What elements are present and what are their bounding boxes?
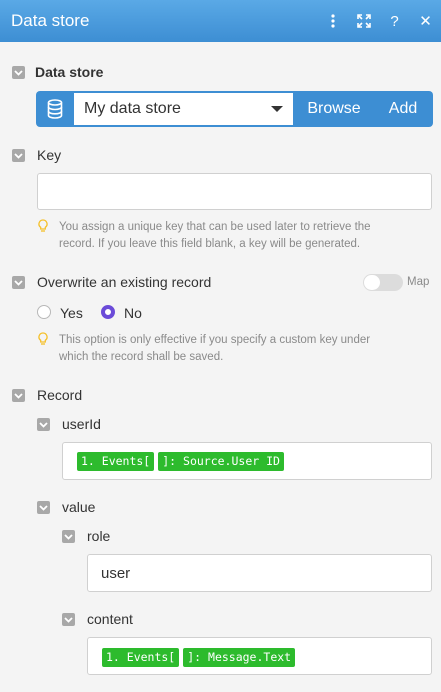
content-input[interactable]: 1. Events[ ]: Message.Text xyxy=(87,637,432,675)
collapse-value-icon[interactable] xyxy=(37,501,50,514)
panel-title: Data store xyxy=(11,11,90,30)
collapse-key-icon[interactable] xyxy=(12,149,25,162)
overwrite-hint: This option is only effective if you spe… xyxy=(59,332,370,366)
map-label: Map xyxy=(407,276,430,288)
radio-yes[interactable] xyxy=(37,305,51,319)
record-label: Record xyxy=(37,387,83,403)
add-button[interactable]: Add xyxy=(376,91,430,127)
key-hint: You assign a unique key that can be used… xyxy=(59,219,371,253)
radio-no[interactable] xyxy=(101,305,115,319)
close-icon[interactable]: ✕ xyxy=(410,0,441,42)
key-hint-line-1: You assign a unique key that can be used… xyxy=(59,221,371,233)
overwrite-hint-line-2: which the record shall be saved. xyxy=(59,351,224,363)
data-store-select[interactable]: My data store Browse Add xyxy=(36,91,433,127)
userid-token-row: 1. Events[ ]: Source.User ID xyxy=(77,452,284,471)
collapse-data-store-icon[interactable] xyxy=(12,66,25,79)
help-icon[interactable]: ? xyxy=(379,0,410,42)
value-label: value xyxy=(62,499,96,515)
token-events-index[interactable]: 1. Events[ xyxy=(77,452,155,471)
role-input[interactable]: user xyxy=(87,554,432,592)
radio-no-label[interactable]: No xyxy=(124,305,142,321)
role-label: role xyxy=(87,528,111,544)
userid-input[interactable]: 1. Events[ ]: Source.User ID xyxy=(62,442,432,480)
token-events-index[interactable]: 1. Events[ xyxy=(102,648,180,667)
data-store-selected-value: My data store xyxy=(84,100,181,117)
token-source-user-id[interactable]: ]: Source.User ID xyxy=(158,452,284,471)
collapse-record-icon[interactable] xyxy=(12,389,25,402)
key-hint-line-2: record. If you leave this field blank, a… xyxy=(59,238,361,250)
overwrite-label: Overwrite an existing record xyxy=(37,274,212,290)
chevron-down-icon xyxy=(271,106,283,112)
collapse-role-icon[interactable] xyxy=(62,530,75,543)
content-label: content xyxy=(87,611,133,627)
database-icon xyxy=(36,91,74,127)
userid-label: userId xyxy=(62,416,101,432)
role-input-value: user xyxy=(101,565,131,582)
token-message-text[interactable]: ]: Message.Text xyxy=(183,648,296,667)
key-input[interactable] xyxy=(37,173,432,210)
expand-icon[interactable] xyxy=(348,0,379,42)
lightbulb-icon xyxy=(38,332,48,351)
radio-yes-label[interactable]: Yes xyxy=(60,305,83,321)
collapse-userid-icon[interactable] xyxy=(37,418,50,431)
browse-button[interactable]: Browse xyxy=(298,91,370,127)
collapse-overwrite-icon[interactable] xyxy=(12,276,25,289)
close-label: ✕ xyxy=(419,13,432,30)
key-label: Key xyxy=(37,147,62,163)
more-vertical-icon[interactable] xyxy=(317,0,348,42)
overwrite-hint-line-1: This option is only effective if you spe… xyxy=(59,334,371,346)
data-store-dropdown[interactable]: My data store xyxy=(74,93,293,125)
header-actions: ? ✕ xyxy=(317,0,441,42)
content-token-row: 1. Events[ ]: Message.Text xyxy=(102,648,296,667)
map-toggle[interactable] xyxy=(363,274,403,291)
data-store-label: Data store xyxy=(35,64,104,80)
help-label: ? xyxy=(390,12,399,30)
panel-header: Data store ? ✕ xyxy=(0,0,441,42)
map-toggle-knob xyxy=(364,275,380,290)
lightbulb-icon xyxy=(38,219,48,238)
collapse-content-icon[interactable] xyxy=(62,613,75,626)
